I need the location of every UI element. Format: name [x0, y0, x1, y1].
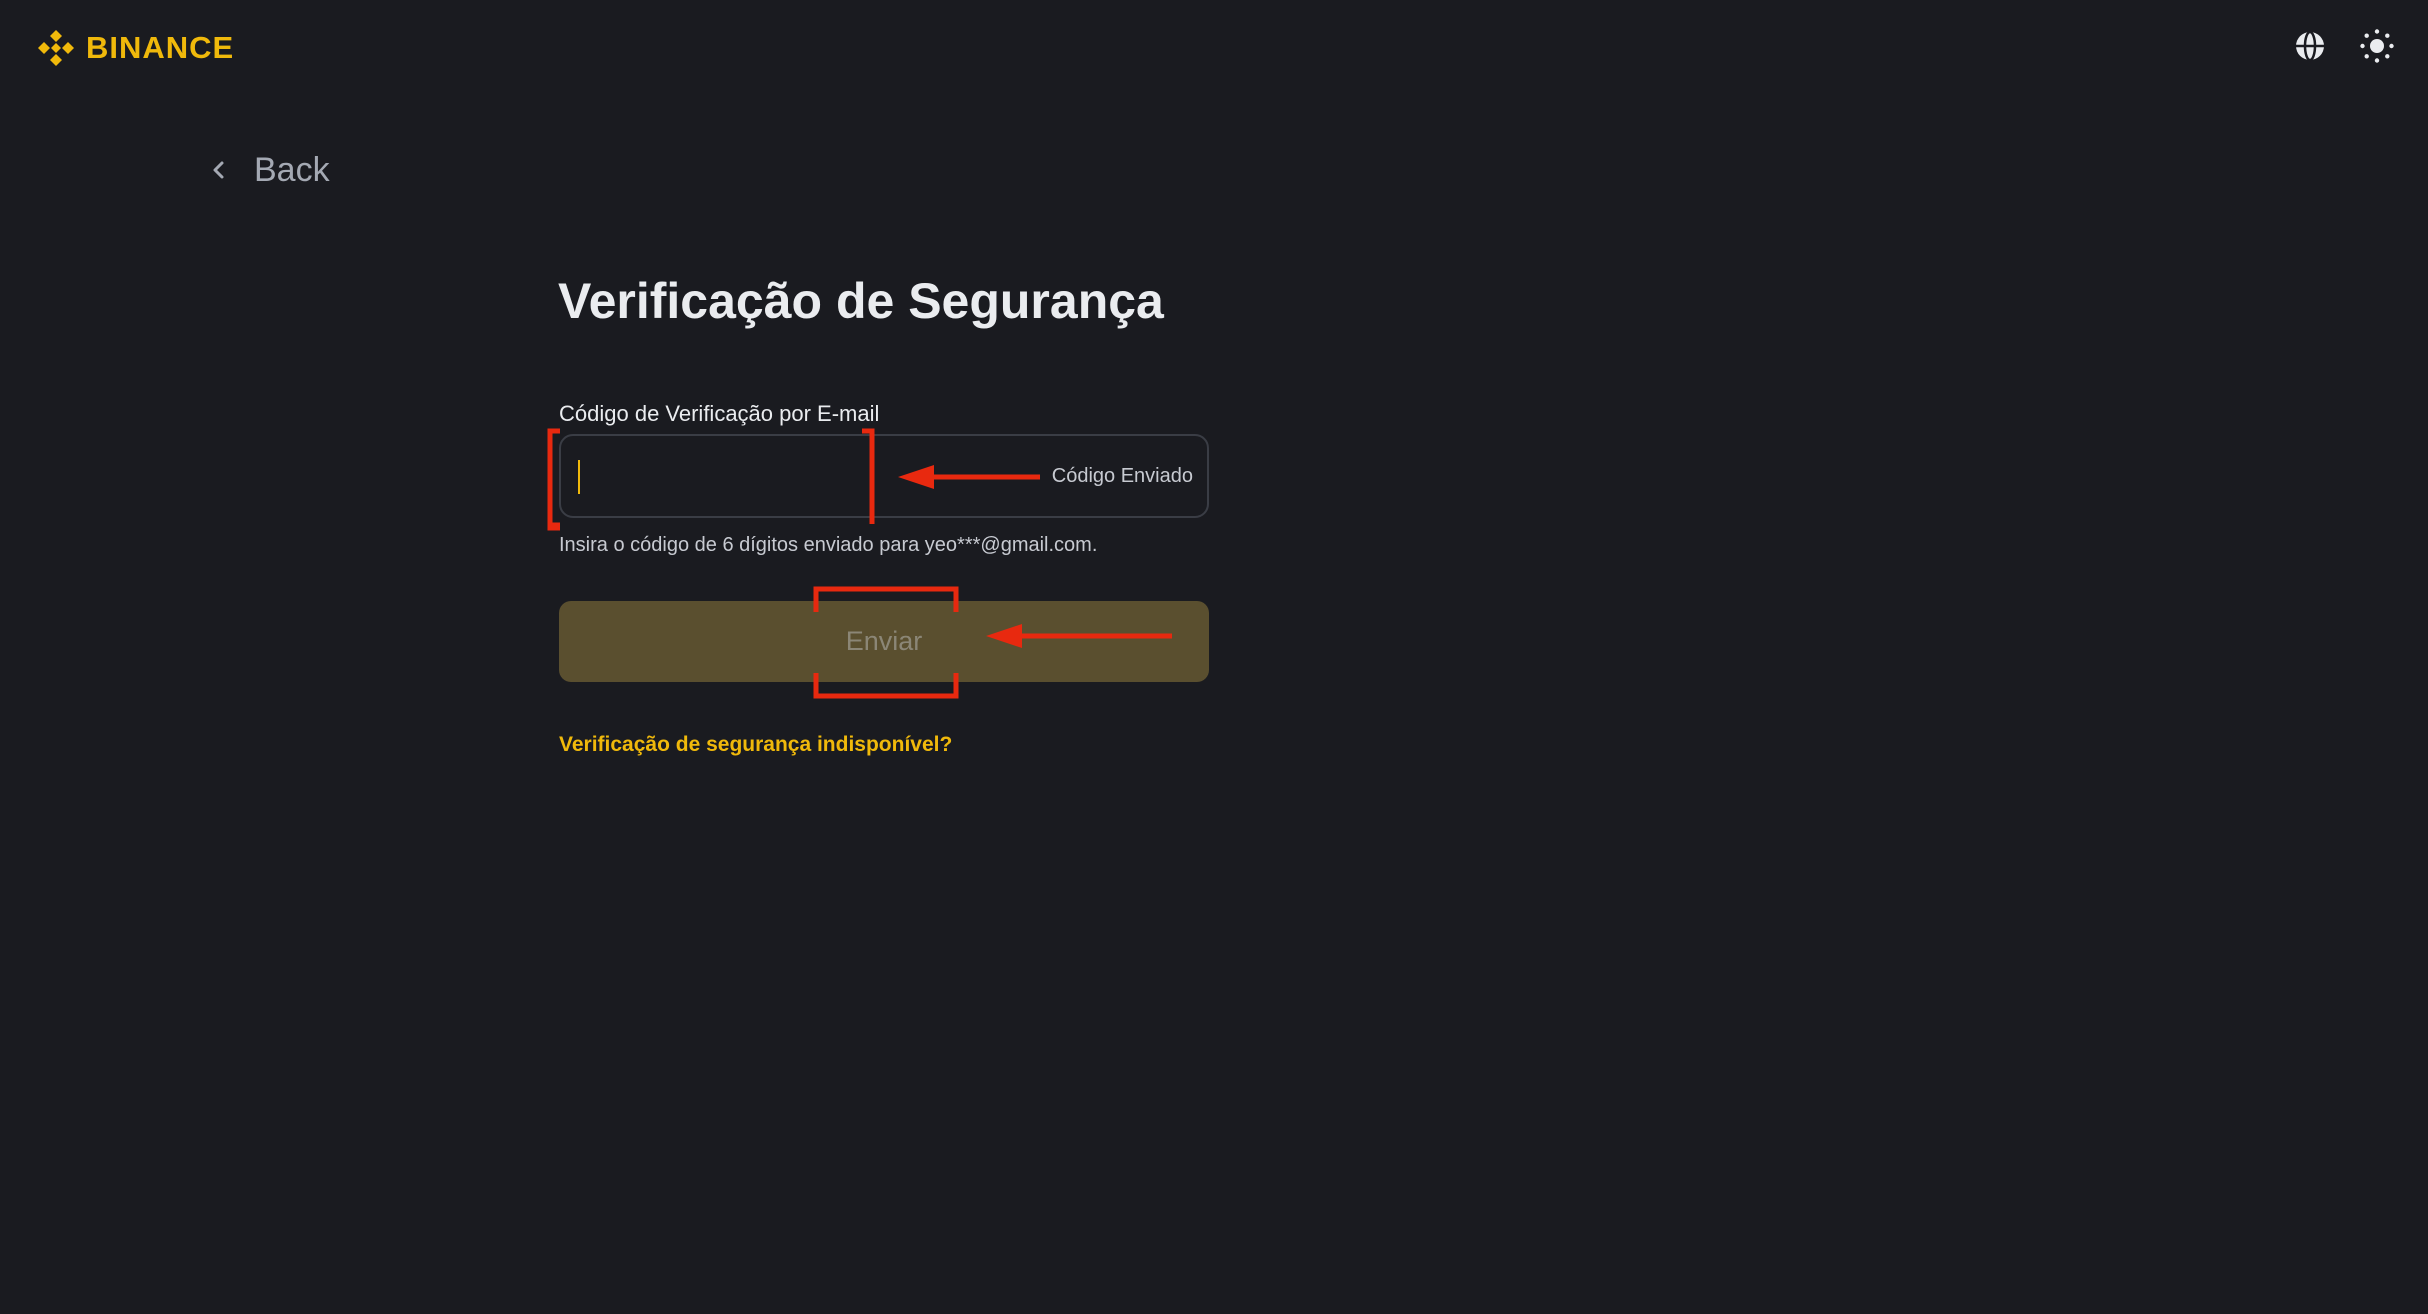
page-root: BINANCE Back Verificação de Segurança Có… — [0, 0, 2428, 1314]
email-code-field[interactable]: Código Enviado — [559, 434, 1209, 518]
annotation-layer — [547, 428, 1172, 699]
binance-logo-icon — [38, 30, 74, 66]
page-title: Verificação de Segurança — [558, 273, 1164, 329]
brand-name: BINANCE — [86, 30, 235, 65]
globe-icon[interactable] — [2292, 28, 2328, 64]
helper-text: Insira o código de 6 dígitos enviado par… — [559, 534, 1098, 556]
submit-button[interactable]: Enviar — [559, 601, 1209, 682]
code-sent-status: Código Enviado — [1051, 465, 1193, 487]
email-code-label: Código de Verificação por E-mail — [559, 401, 880, 426]
back-label: Back — [254, 151, 330, 189]
theme-sun-icon[interactable] — [2359, 28, 2395, 64]
text-caret — [578, 460, 580, 494]
chevron-left-icon — [213, 161, 224, 179]
security-unavailable-link[interactable]: Verificação de segurança indisponível? — [559, 731, 952, 759]
back-button[interactable]: Back — [208, 148, 330, 192]
email-code-input[interactable] — [579, 436, 963, 518]
binance-logo[interactable]: BINANCE — [36, 26, 234, 70]
